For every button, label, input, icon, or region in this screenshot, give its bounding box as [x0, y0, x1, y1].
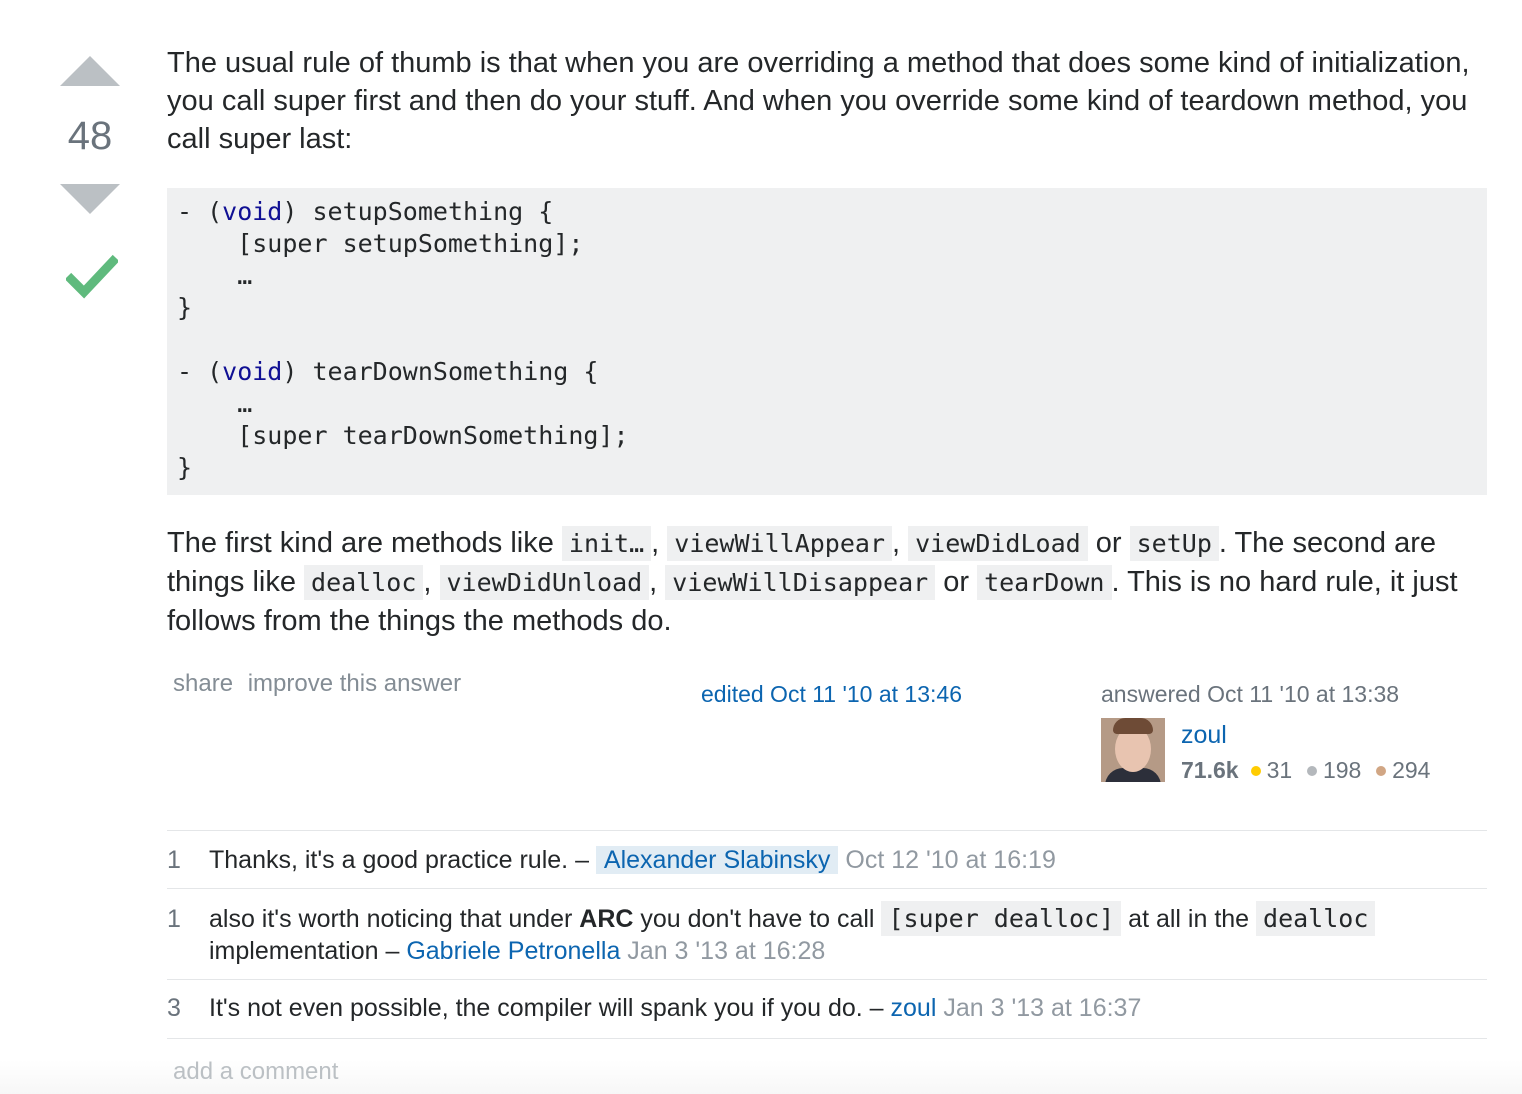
answer-second-paragraph: The first kind are methods like init…, v… [167, 526, 1458, 637]
code-line: [super tearDownSomething]; [177, 421, 629, 450]
comment-score: 1 [167, 905, 181, 933]
user-name-link[interactable]: zoul [1181, 721, 1227, 750]
user-reputation: 71.6k 31 198 294 [1181, 757, 1431, 783]
code-line: - (void) tearDownSomething { [177, 357, 599, 386]
inline-code: tearDown [977, 565, 1112, 600]
improve-answer-link[interactable]: improve this answer [248, 670, 461, 697]
post-menu: share improve this answer [173, 670, 469, 698]
code-line: [super setupSomething]; [177, 229, 584, 258]
comment-date[interactable]: Jan 3 '13 at 16:28 [627, 937, 825, 965]
vote-up-arrow-icon[interactable] [60, 56, 120, 86]
inline-code: dealloc [1256, 901, 1376, 936]
inline-code: [super dealloc] [881, 901, 1122, 936]
inline-code: setUp [1129, 526, 1219, 561]
comment-user-link[interactable]: zoul [891, 994, 937, 1022]
code-line: … [177, 389, 253, 418]
accepted-checkmark-icon [66, 254, 118, 299]
code-block: - (void) setupSomething { [super setupSo… [167, 188, 1487, 495]
inline-code: dealloc [304, 565, 424, 600]
inline-code: viewDidLoad [908, 526, 1088, 561]
inline-code: viewDidUnload [439, 565, 650, 600]
comment-score: 1 [167, 846, 181, 874]
code-line: - (void) setupSomething { [177, 197, 554, 226]
comment-user-link[interactable]: Gabriele Petronella [406, 937, 620, 965]
comment: 1 also it's worth noticing that under AR… [167, 889, 1487, 980]
vote-count: 48 [67, 114, 113, 158]
share-link[interactable]: share [173, 670, 233, 697]
reputation-score: 71.6k [1181, 757, 1239, 783]
inline-code: viewWillAppear [667, 526, 892, 561]
comment-score: 3 [167, 994, 181, 1022]
silver-badge-icon [1306, 765, 1317, 776]
comment-date[interactable]: Oct 12 '10 at 16:19 [845, 846, 1055, 874]
code-line: } [177, 293, 193, 322]
comment: 1 Thanks, it's a good practice rule. – A… [167, 831, 1487, 889]
gold-badge-icon [1250, 765, 1261, 776]
edited-timestamp-link[interactable]: edited Oct 11 '10 at 13:46 [701, 681, 962, 708]
inline-code: viewWillDisappear [665, 565, 936, 600]
answer-intro-paragraph: The usual rule of thumb is that when you… [167, 47, 1470, 155]
comment: 3 It's not even possible, the compiler w… [167, 980, 1487, 1039]
code-line: } [177, 453, 193, 482]
comment-date[interactable]: Jan 3 '13 at 16:37 [943, 994, 1141, 1022]
inline-code: init… [561, 526, 652, 561]
answer-body: The usual rule of thumb is that when you… [167, 44, 1487, 637]
avatar[interactable] [1101, 718, 1165, 782]
bronze-badge-icon [1376, 765, 1387, 776]
answered-timestamp: answered Oct 11 '10 at 13:38 [1101, 681, 1400, 707]
add-comment-link[interactable]: add a comment [173, 1058, 338, 1086]
vote-down-arrow-icon[interactable] [60, 184, 120, 214]
comment-user-link[interactable]: Alexander Slabinsky [595, 846, 839, 874]
comments-list: 1 Thanks, it's a good practice rule. – A… [167, 830, 1487, 1039]
code-line: … [177, 261, 253, 290]
